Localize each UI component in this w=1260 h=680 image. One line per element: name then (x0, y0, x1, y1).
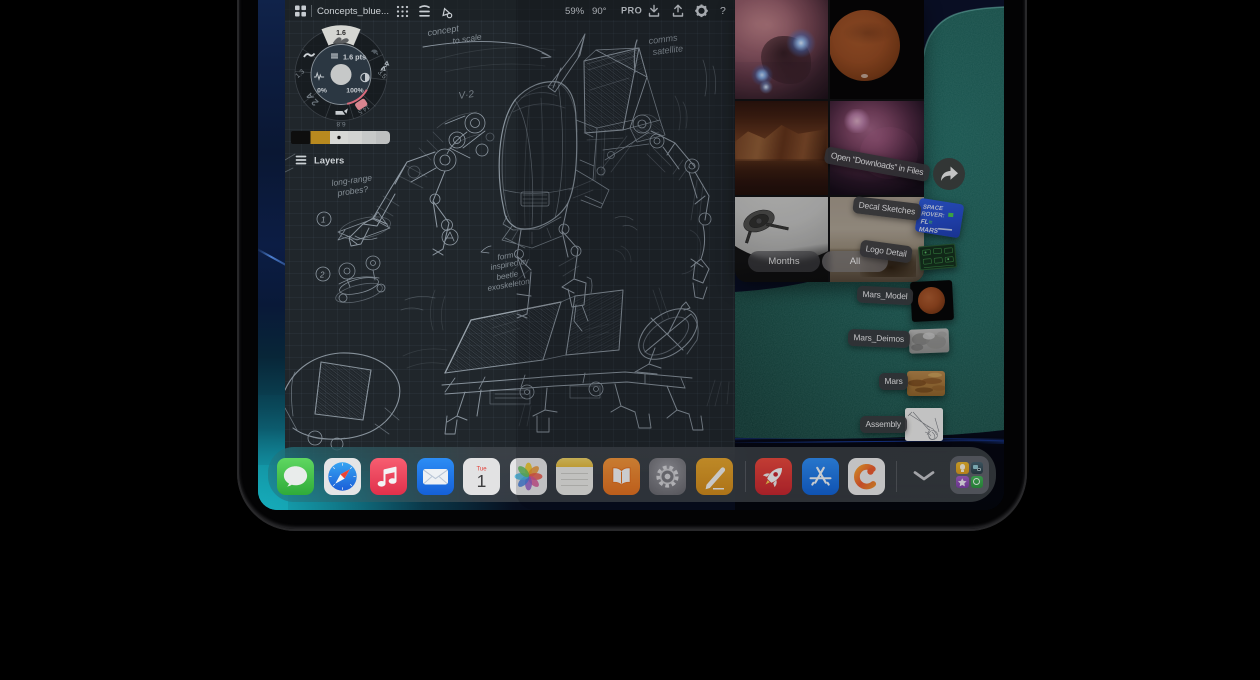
svg-text:0%: 0% (317, 88, 327, 95)
svg-text:1: 1 (477, 471, 487, 491)
svg-text:Concepts_blue...: Concepts_blue... (317, 6, 389, 17)
svg-text:6.8: 6.8 (336, 120, 345, 127)
svg-text:59%: 59% (565, 6, 585, 17)
svg-text:100%: 100% (346, 88, 363, 95)
svg-text:Layers: Layers (314, 155, 344, 166)
svg-text:1.6: 1.6 (336, 30, 346, 37)
svg-text:?: ? (720, 5, 726, 17)
svg-text:FL=: FL= (920, 218, 933, 226)
svg-text:PRO: PRO (621, 6, 642, 16)
svg-text:90°: 90° (592, 6, 607, 17)
svg-text:1.6 pts: 1.6 pts (343, 53, 366, 62)
